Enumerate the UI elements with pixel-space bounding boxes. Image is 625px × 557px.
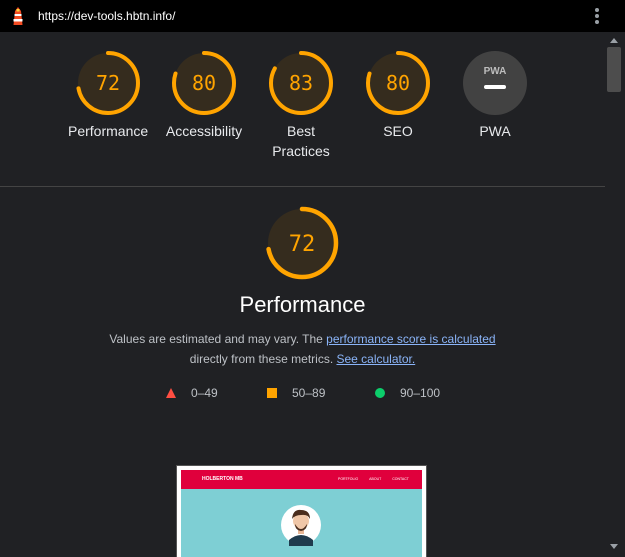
pwa-badge-text: PWA xyxy=(484,66,507,77)
performance-title: Performance xyxy=(239,292,366,317)
score-calculation-link[interactable]: performance score is calculated xyxy=(326,332,495,346)
lighthouse-icon xyxy=(13,7,23,25)
screenshot-link: PORTFOLIO xyxy=(338,477,359,481)
gauge-ring: 72 xyxy=(76,51,140,115)
screenshot-navbar: HOLBERTON MB PORTFOLIO ABOUT CONTACT xyxy=(181,470,422,489)
gauge-score: 83 xyxy=(289,71,313,95)
average-square-icon xyxy=(267,388,277,398)
screenshot-link: CONTACT xyxy=(392,477,409,481)
performance-gauge: 72 xyxy=(265,206,339,280)
gauge-performance[interactable]: 72 Performance xyxy=(68,50,148,141)
avatar-illustration-icon xyxy=(281,505,321,546)
desc-text: Values are estimated and may vary. The xyxy=(109,332,327,346)
legend-range: 90–100 xyxy=(400,386,441,400)
gauge-score: 80 xyxy=(192,71,216,95)
gauge-label: SEO xyxy=(383,123,413,139)
scrollbar-thumb[interactable] xyxy=(607,47,621,92)
performance-description: Values are estimated and may vary. The p… xyxy=(0,329,605,369)
url-bar: https://dev-tools.hbtn.info/ xyxy=(0,0,625,32)
screenshot-links: PORTFOLIO ABOUT CONTACT xyxy=(338,477,420,481)
screenshot-link: ABOUT xyxy=(369,477,382,481)
gauge-seo[interactable]: 80 SEO xyxy=(358,50,438,141)
gauge-label: Performance xyxy=(68,123,149,139)
gauge-ring: 80 xyxy=(172,51,236,115)
gauge-label: Best Practices xyxy=(272,123,330,159)
pass-circle-icon xyxy=(375,388,385,398)
scrollbar[interactable] xyxy=(605,32,625,557)
legend-range: 0–49 xyxy=(191,386,218,400)
gauge-label: PWA xyxy=(479,123,511,139)
gauge-ring: 80 xyxy=(366,51,430,115)
gauge-score: 72 xyxy=(96,71,120,95)
gauge-ring: 83 xyxy=(269,51,333,115)
screenshot-content: HOLBERTON MB PORTFOLIO ABOUT CONTACT xyxy=(181,470,422,557)
final-screenshot[interactable]: HOLBERTON MB PORTFOLIO ABOUT CONTACT xyxy=(176,465,427,557)
pwa-badge-icon: PWA xyxy=(463,51,527,115)
gauge-accessibility[interactable]: 80 Accessibility xyxy=(164,50,244,141)
desc-text: directly from these metrics. xyxy=(189,352,337,366)
report-content: 72 Performance 80 Accessibility 83 Best … xyxy=(0,32,605,557)
fail-triangle-icon xyxy=(166,388,176,398)
gauge-best-practices[interactable]: 83 Best Practices xyxy=(261,50,341,161)
screenshot-brand: HOLBERTON MB xyxy=(202,476,243,482)
see-calculator-link[interactable]: See calculator. xyxy=(336,352,415,366)
gauge-pwa[interactable]: PWA PWA xyxy=(455,50,535,141)
scroll-up-icon[interactable] xyxy=(610,38,618,43)
section-divider xyxy=(0,186,605,187)
performance-score: 72 xyxy=(289,232,316,257)
page-url: https://dev-tools.hbtn.info/ xyxy=(38,9,176,23)
gauge-score: 80 xyxy=(386,71,410,95)
scroll-down-icon[interactable] xyxy=(610,544,618,549)
legend-range: 50–89 xyxy=(292,386,326,400)
kebab-menu-icon[interactable] xyxy=(590,7,604,25)
gauge-label: Accessibility xyxy=(165,123,243,139)
